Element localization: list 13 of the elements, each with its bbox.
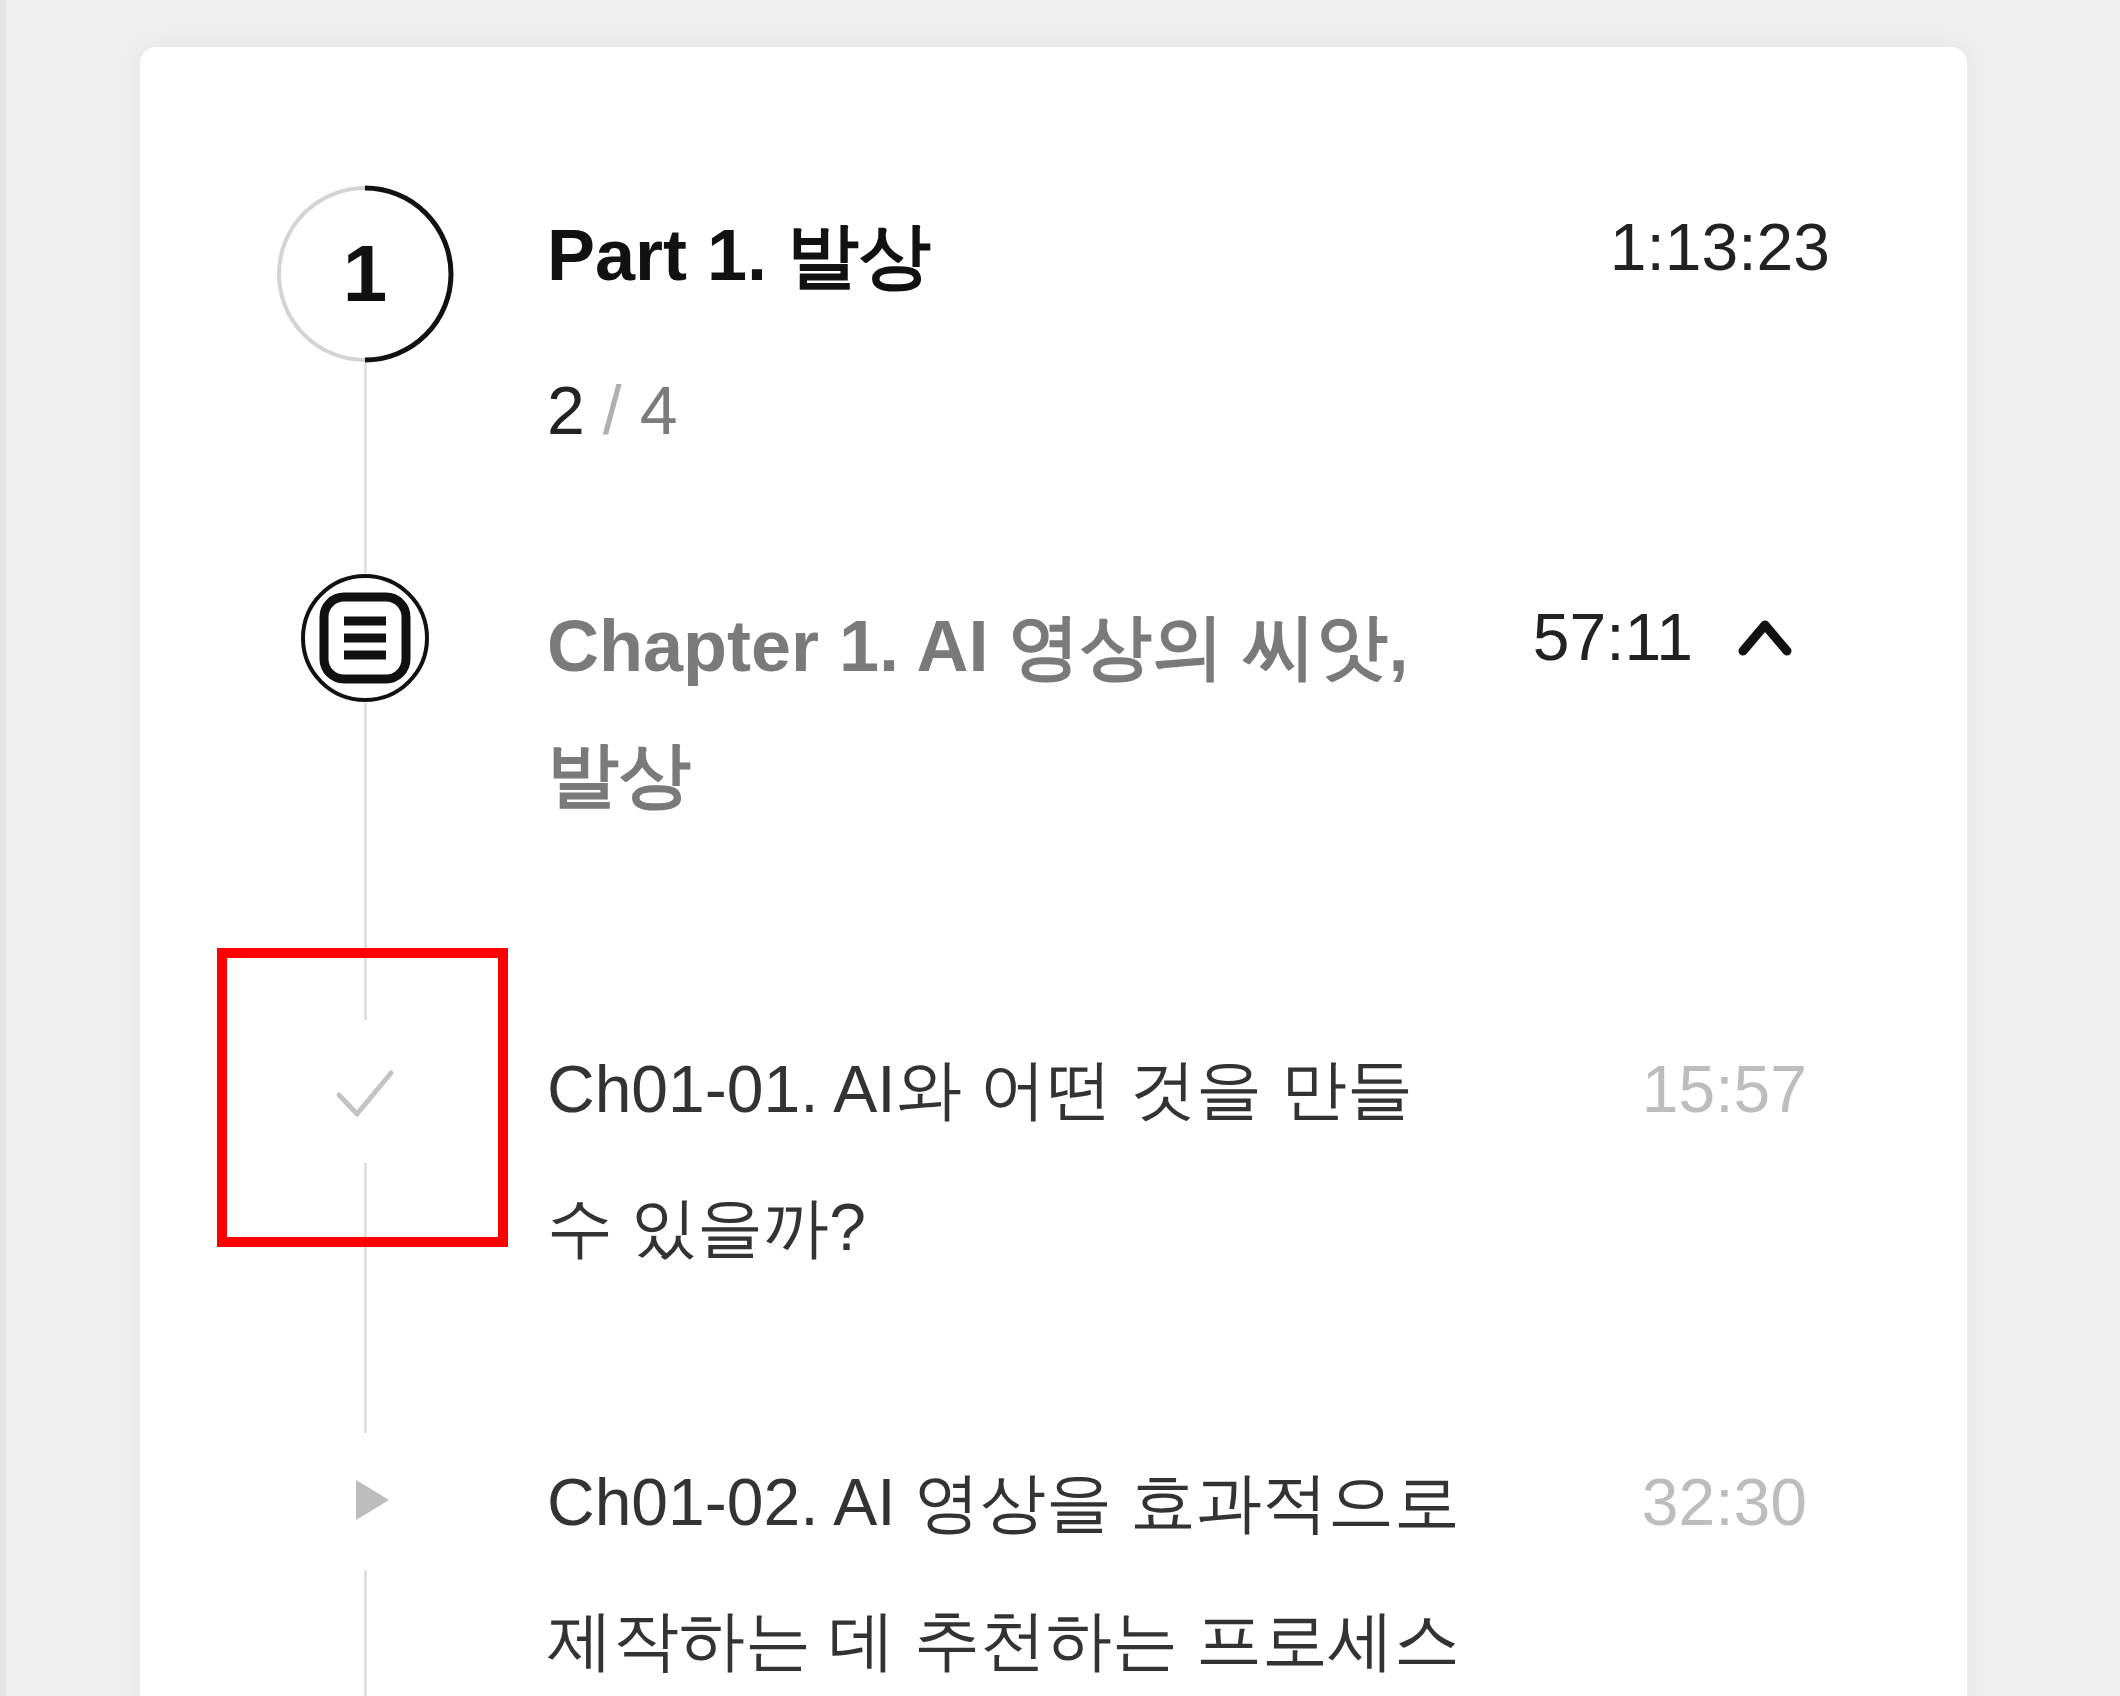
completed-count: 2 [547, 371, 585, 450]
chapter-duration: 57:11 [1532, 599, 1693, 676]
part-number: 1 [342, 234, 388, 314]
part-title: Part 1. 발상 [547, 214, 932, 297]
list-icon [300, 573, 430, 703]
total-count: 4 [639, 371, 678, 450]
lesson-duration: 15:57 [1641, 1051, 1807, 1128]
lesson-title[interactable]: Ch01-02. AI 영상을 효과적으로 제작하는 데 추천하는 프로세스 [547, 1433, 1472, 1696]
lesson-duration: 32:30 [1641, 1464, 1807, 1541]
part-duration: 1:13:23 [1609, 209, 1830, 286]
lesson-title[interactable]: Ch01-01. AI와 어떤 것을 만들 수 있을까? [547, 1020, 1472, 1296]
chapter-title[interactable]: Chapter 1. AI 영상의 씨앗, 발상 [547, 573, 1441, 838]
separator-text: / [602, 371, 622, 450]
